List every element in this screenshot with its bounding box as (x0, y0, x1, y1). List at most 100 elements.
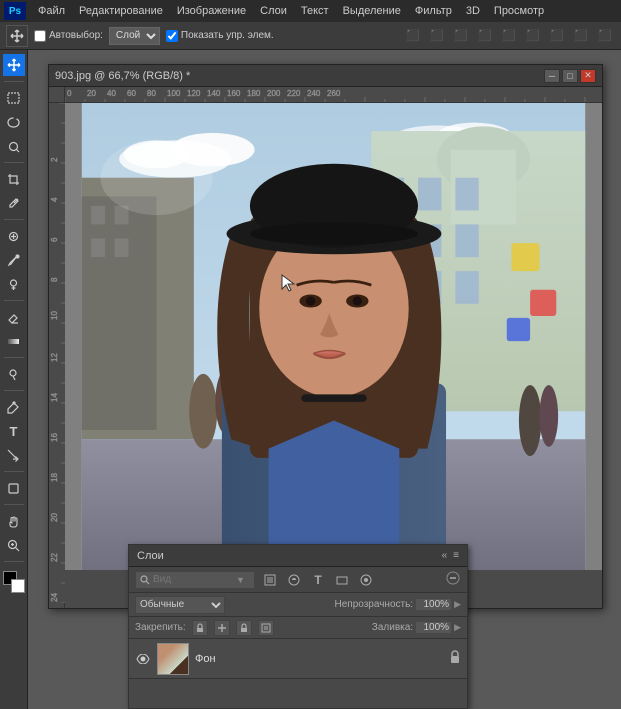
crop-tool[interactable] (3, 168, 25, 190)
fill-input[interactable] (416, 622, 451, 633)
maximize-btn[interactable]: □ (562, 69, 578, 83)
svg-text:2: 2 (50, 157, 59, 162)
eyedropper-tool[interactable] (3, 192, 25, 214)
fill-control: Заливка: ▶ (372, 622, 461, 633)
smart-object-filter[interactable] (357, 571, 375, 589)
ps-logo: Ps (4, 2, 26, 20)
svg-text:100: 100 (167, 89, 181, 98)
svg-text:14: 14 (50, 393, 59, 402)
brush-tool[interactable] (3, 249, 25, 271)
svg-text:6: 6 (50, 237, 59, 242)
align-right-btn[interactable]: ⬛ (451, 26, 471, 46)
svg-text:10: 10 (50, 311, 59, 320)
show-controls-label[interactable]: Показать упр. элем. (166, 30, 274, 42)
left-toolbar: T (0, 50, 28, 709)
opacity-label: Непрозрачность: (335, 599, 414, 610)
path-select-tool[interactable] (3, 444, 25, 466)
adjustment-layer-filter[interactable] (285, 571, 303, 589)
eraser-tool[interactable] (3, 306, 25, 328)
svg-text:180: 180 (247, 89, 261, 98)
dodge-tool[interactable] (3, 363, 25, 385)
blend-opacity-row: Обычные Непрозрачность: ▶ (129, 593, 467, 617)
opacity-arrow[interactable]: ▶ (454, 599, 461, 610)
document-window: 903.jpg @ 66,7% (RGB/8) * ─ □ ✕ (48, 64, 603, 609)
opacity-input[interactable] (416, 599, 451, 610)
ruler-h-svg: 0 20 40 60 80 100 (65, 87, 602, 103)
svg-text:0: 0 (67, 89, 72, 98)
align-left-btn[interactable]: ⬛ (403, 26, 423, 46)
panel-collapse-btn[interactable]: « (442, 550, 448, 561)
menu-file[interactable]: Файл (32, 3, 71, 19)
layer-thumbnail (157, 643, 189, 675)
photo-canvas (65, 103, 602, 570)
search-dropdown-arrow[interactable]: ▼ (236, 575, 245, 585)
heal-tool[interactable] (3, 225, 25, 247)
align-center-btn[interactable]: ⬛ (427, 26, 447, 46)
minimize-btn[interactable]: ─ (544, 69, 560, 83)
layers-titlebar: Слои « ≡ (129, 545, 467, 567)
fill-arrow[interactable]: ▶ (454, 622, 461, 633)
lasso-tool[interactable] (3, 111, 25, 133)
main-layout: T (0, 50, 621, 709)
menu-edit[interactable]: Редактирование (73, 3, 169, 19)
layers-search-input[interactable] (153, 574, 233, 585)
panel-menu-btn[interactable]: ≡ (453, 550, 459, 561)
align-middle-btn[interactable]: ⬛ (571, 26, 591, 46)
doc-controls: ─ □ ✕ (544, 69, 596, 83)
shape-layer-filter[interactable] (333, 571, 351, 589)
move-tool[interactable] (3, 54, 25, 76)
quick-select-tool[interactable] (3, 135, 25, 157)
zoom-tool[interactable] (3, 534, 25, 556)
shape-tool[interactable] (3, 477, 25, 499)
svg-text:20: 20 (87, 89, 96, 98)
gradient-tool[interactable] (3, 330, 25, 352)
menu-image[interactable]: Изображение (171, 3, 252, 19)
menu-layers[interactable]: Слои (254, 3, 293, 19)
layer-select[interactable]: Слой (109, 27, 160, 45)
menu-3d[interactable]: 3D (460, 3, 486, 19)
layer-visibility-eye[interactable] (135, 651, 151, 667)
opacity-control: Непрозрачность: ▶ (335, 599, 461, 610)
ruler-row: 0 20 40 60 80 100 (49, 87, 602, 103)
ruler-canvas-container: 0 20 40 60 80 100 (49, 87, 602, 608)
lock-artboard-btn[interactable] (258, 620, 274, 636)
menu-text[interactable]: Текст (295, 3, 335, 19)
fg-bg-colors[interactable] (3, 571, 25, 593)
panel-toggle[interactable] (445, 570, 461, 589)
distribute-left-btn[interactable]: ⬛ (475, 26, 495, 46)
lock-pixels-btn[interactable] (192, 620, 208, 636)
svg-text:12: 12 (50, 353, 59, 362)
lock-pos-btn[interactable] (214, 620, 230, 636)
tool-divider-6 (4, 390, 24, 391)
text-layer-filter[interactable]: T (309, 571, 327, 589)
autoselect-checkbox[interactable] (34, 30, 46, 42)
svg-text:4: 4 (50, 197, 59, 202)
background-color[interactable] (11, 579, 25, 593)
hand-tool[interactable] (3, 510, 25, 532)
pen-tool[interactable] (3, 396, 25, 418)
text-tool[interactable]: T (3, 420, 25, 442)
lock-all-btn[interactable] (236, 620, 252, 636)
distribute-center-btn[interactable]: ⬛ (499, 26, 519, 46)
distribute-right-btn[interactable]: ⬛ (523, 26, 543, 46)
doc-titlebar: 903.jpg @ 66,7% (RGB/8) * ─ □ ✕ (49, 65, 602, 87)
tool-divider-4 (4, 300, 24, 301)
menu-select[interactable]: Выделение (337, 3, 407, 19)
pixel-layer-filter[interactable] (261, 571, 279, 589)
align-top-btn[interactable]: ⬛ (547, 26, 567, 46)
clone-tool[interactable] (3, 273, 25, 295)
close-btn[interactable]: ✕ (580, 69, 596, 83)
svg-text:16: 16 (50, 433, 59, 442)
svg-text:22: 22 (50, 553, 59, 562)
show-controls-checkbox[interactable] (166, 30, 178, 42)
move-tool-options-icon[interactable] (6, 25, 28, 47)
canvas-area: 903.jpg @ 66,7% (RGB/8) * ─ □ ✕ (28, 50, 621, 709)
tool-divider-2 (4, 162, 24, 163)
blend-mode-select[interactable]: Обычные (135, 596, 225, 614)
autoselect-label[interactable]: Автовыбор: (34, 30, 103, 42)
menu-filter[interactable]: Фильтр (409, 3, 458, 19)
menu-view[interactable]: Просмотр (488, 3, 550, 19)
align-bottom-btn[interactable]: ⬛ (595, 26, 615, 46)
layer-row-fon[interactable]: Фон (129, 639, 467, 679)
select-rect-tool[interactable] (3, 87, 25, 109)
